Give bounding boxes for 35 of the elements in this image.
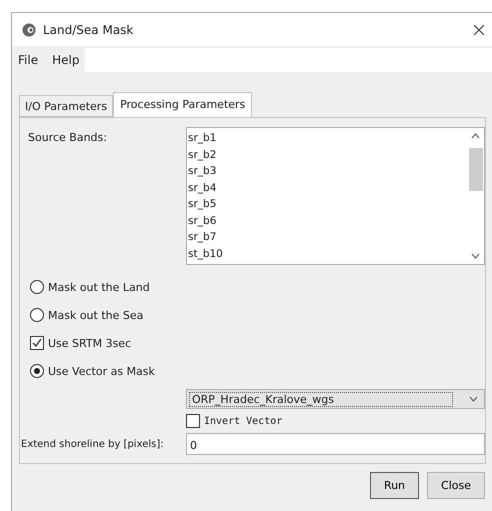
option-label: Use Vector as Mask	[48, 364, 155, 378]
option-label: Use SRTM 3sec	[48, 336, 132, 350]
band-list[interactable]: sr_b1 sr_b2 sr_b3 sr_b4 sr_b5 sr_b6 sr_b7 st_b10	[186, 127, 485, 265]
window-title: Land/Sea Mask	[43, 22, 134, 36]
scroll-down-icon[interactable]	[471, 253, 480, 259]
option-label: Invert Vector	[204, 416, 282, 426]
shoreline-input[interactable]: 0	[186, 433, 485, 455]
list-item[interactable]: sr_b2	[187, 146, 467, 163]
option-label: Mask out the Land	[48, 280, 150, 294]
list-item[interactable]: sr_b4	[187, 180, 467, 196]
list-item[interactable]: sr_b3	[187, 163, 467, 180]
app-logo-icon	[22, 22, 36, 36]
field-label: Extend shoreline by [pixels]:	[21, 438, 165, 450]
radio-button[interactable]	[30, 308, 44, 322]
menu-item[interactable]: Help	[50, 53, 82, 67]
list-item[interactable]: st_b10	[187, 246, 467, 262]
tab[interactable]: Processing Parameters	[113, 92, 252, 117]
scroll-up-icon[interactable]	[471, 133, 480, 139]
close-icon[interactable]	[474, 24, 484, 34]
option-label: Mask out the Sea	[48, 308, 144, 322]
checkbox[interactable]	[186, 414, 200, 428]
menu-item[interactable]: File	[16, 53, 40, 67]
vector-dropdown[interactable]: ORP_Hradec_Kralove_wgs	[186, 389, 485, 409]
radio-button[interactable]	[30, 364, 44, 378]
list-item[interactable]: sr_b6	[187, 212, 467, 229]
dialog-button[interactable]: Run	[370, 472, 420, 499]
dialog-button[interactable]: Close	[427, 472, 485, 499]
checkbox[interactable]	[30, 336, 44, 350]
field-label: Source Bands:	[28, 130, 108, 144]
list-item[interactable]: sr_b5	[187, 196, 467, 212]
list-item[interactable]: sr_b7	[187, 229, 467, 246]
dropdown-caret-icon[interactable]	[469, 396, 478, 402]
tab[interactable]: I/O Parameters	[19, 95, 114, 117]
radio-button[interactable]	[30, 280, 44, 294]
list-item[interactable]: sr_b1	[187, 130, 467, 146]
